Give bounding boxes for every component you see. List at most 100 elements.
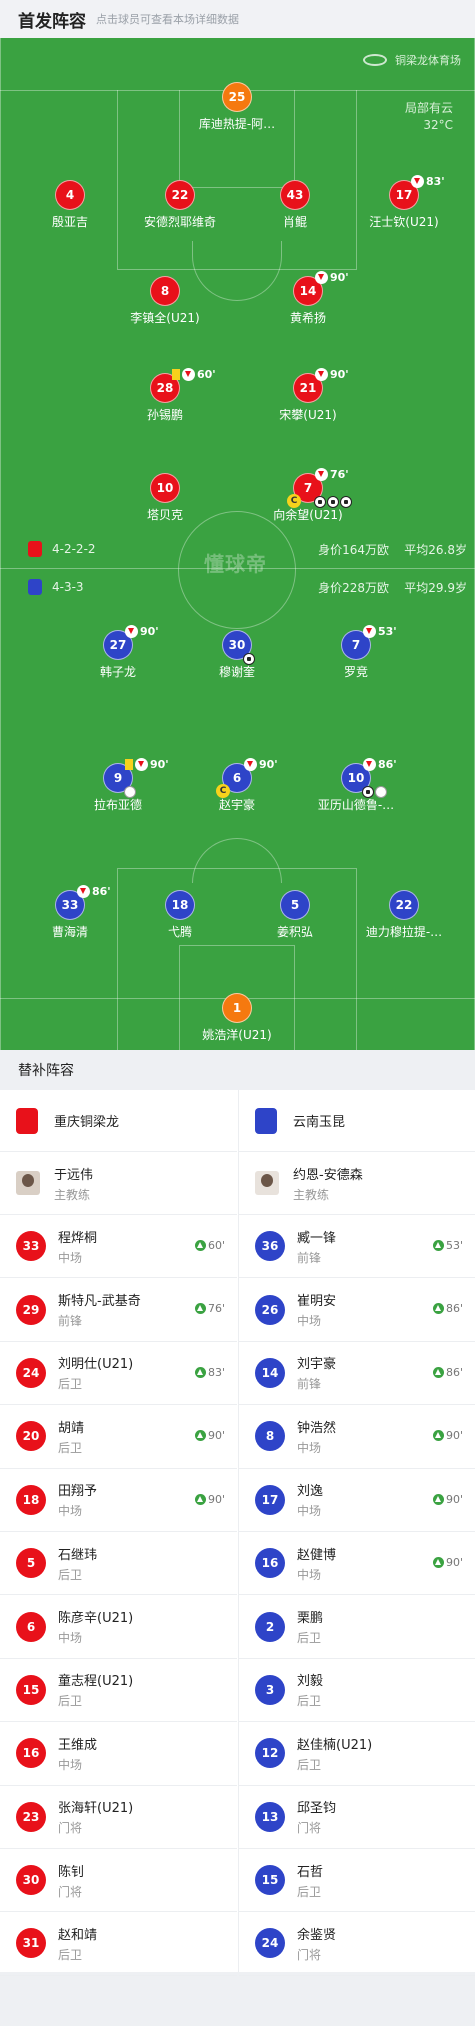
bench-player-row[interactable]: 29 斯特凡-武基奇 前锋 76' bbox=[0, 1278, 237, 1342]
player-name: 汪士钦(U21) bbox=[369, 215, 439, 229]
player-info: 石哲 后卫 bbox=[297, 1861, 323, 1900]
sub-in-icon bbox=[432, 1366, 444, 1378]
home-coach[interactable]: 于远伟 主教练 bbox=[0, 1152, 237, 1215]
pitch-player[interactable]: 33 86' 曹海清 bbox=[10, 885, 130, 940]
sub-in-icon bbox=[194, 1240, 206, 1251]
player-name: 石继玮 bbox=[58, 1547, 98, 1563]
bench-player-row[interactable]: 3 刘毅 后卫 bbox=[239, 1659, 475, 1723]
coach-name: 于远伟 bbox=[54, 1167, 94, 1183]
player-number-badge: 33 86' bbox=[55, 885, 111, 920]
pitch-player[interactable]: 22 迪力穆拉提-… bbox=[344, 890, 464, 940]
bench-player-row[interactable]: 2 栗鹏 后卫 bbox=[239, 1595, 475, 1659]
player-number-badge: 22 bbox=[389, 890, 419, 920]
bench-player-row[interactable]: 18 田翔予 中场 90' bbox=[0, 1469, 237, 1532]
away-value: 身价228万欧 bbox=[318, 581, 389, 595]
player-info: 崔明安 中场 bbox=[297, 1290, 336, 1329]
player-name: 库迪热提-阿… bbox=[198, 117, 276, 131]
bench-player-row[interactable]: 5 石继玮 后卫 bbox=[0, 1532, 237, 1596]
pitch-player[interactable]: 1 姚浩洋(U21) bbox=[177, 993, 297, 1043]
player-name: 赵和靖 bbox=[58, 1927, 98, 1943]
player-name: 邱圣钧 bbox=[297, 1801, 337, 1817]
player-number-badge: 24 bbox=[255, 1928, 285, 1959]
pitch-player[interactable]: 6 90' C 赵宇豪 bbox=[177, 758, 297, 813]
player-position: 门将 bbox=[297, 1821, 322, 1836]
pitch-player[interactable]: 5 姜积弘 bbox=[235, 890, 355, 940]
player-name: 刘宇豪 bbox=[297, 1357, 337, 1373]
bench-player-row[interactable]: 14 刘宇豪 前锋 86' bbox=[239, 1342, 475, 1406]
player-name: 田翔予 bbox=[58, 1484, 98, 1500]
sub-out-minute: 76' bbox=[330, 468, 349, 481]
bench-player-row[interactable]: 15 石哲 后卫 bbox=[239, 1849, 475, 1913]
player-number: 5 bbox=[290, 898, 300, 912]
pitch-player[interactable]: 30 穆谢奎 bbox=[177, 630, 297, 680]
pitch-player[interactable]: 18 弋腾 bbox=[120, 890, 240, 940]
bench-player-row[interactable]: 6 陈彦辛(U21) 中场 bbox=[0, 1595, 237, 1659]
pitch-player[interactable]: 7 53' 罗竞 bbox=[296, 625, 416, 680]
player-number: 10 bbox=[156, 481, 174, 495]
pitch-player[interactable]: 25 库迪热提-阿… bbox=[177, 82, 297, 132]
bench-player-row[interactable]: 16 赵健博 中场 90' bbox=[239, 1532, 475, 1596]
pitch-player[interactable]: 10 86' 亚历山德鲁-… bbox=[296, 758, 416, 813]
pitch-player[interactable]: 28 60' 孙锡鹏 bbox=[105, 368, 225, 423]
pitch-player[interactable]: 4 殷亚吉 bbox=[10, 180, 130, 230]
pitch-player[interactable]: 14 90' 黄希扬 bbox=[248, 271, 368, 326]
player-name: 程烨桐 bbox=[58, 1230, 98, 1246]
player-name: 余鉴贤 bbox=[297, 1927, 337, 1943]
pitch-player[interactable]: 9 90' 拉布亚德 bbox=[58, 758, 178, 813]
pitch-player[interactable]: 17 83' 汪士钦(U21) bbox=[344, 175, 464, 230]
sub-in-marker: 60' bbox=[194, 1239, 225, 1252]
away-team-badge-icon bbox=[28, 579, 42, 595]
bench-player-row[interactable]: 36 臧一锋 前锋 53' bbox=[239, 1215, 475, 1279]
player-position: 中场 bbox=[58, 1757, 83, 1772]
bench-player-row[interactable]: 24 刘明仕(U21) 后卫 83' bbox=[0, 1342, 237, 1406]
player-info: 石继玮 后卫 bbox=[58, 1544, 97, 1583]
bench-player-row[interactable]: 16 王维成 中场 bbox=[0, 1722, 237, 1786]
home-team-logo-icon bbox=[16, 1107, 38, 1134]
player-number-badge: 30 bbox=[16, 1865, 46, 1896]
bench-player-row[interactable]: 13 邱圣钧 门将 bbox=[239, 1786, 475, 1849]
pitch-player[interactable]: 22 安德烈耶维奇 bbox=[120, 180, 240, 230]
sub-in-marker: 53' bbox=[432, 1239, 463, 1252]
bench-player-row[interactable]: 15 童志程(U21) 后卫 bbox=[0, 1659, 237, 1723]
bench-player-row[interactable]: 12 赵佳楠(U21) 后卫 bbox=[239, 1722, 475, 1786]
pitch-player[interactable]: 43 肖鲲 bbox=[235, 180, 355, 230]
player-position: 门将 bbox=[297, 1947, 322, 1962]
player-number: 4 bbox=[65, 188, 75, 202]
pitch-player[interactable]: 7 76' C 向余望(U21) bbox=[248, 468, 368, 523]
bench-player-row[interactable]: 17 刘逸 中场 90' bbox=[239, 1469, 475, 1532]
bench-player-row[interactable]: 30 陈钊 门将 bbox=[0, 1849, 237, 1913]
goal-ball-icon bbox=[327, 496, 339, 508]
bench-player-row[interactable]: 23 张海轩(U21) 门将 bbox=[0, 1786, 237, 1849]
away-formation-row: 4-3-3 bbox=[28, 579, 84, 595]
bench-player-row[interactable]: 33 程烨桐 中场 60' bbox=[0, 1215, 237, 1279]
away-coach[interactable]: 约恩-安德森 主教练 bbox=[239, 1152, 475, 1215]
home-team-header[interactable]: 重庆铜梁龙 bbox=[0, 1090, 237, 1152]
sub-out-marker: 90' bbox=[244, 758, 278, 771]
pitch-player[interactable]: 10 塔贝克 bbox=[105, 473, 225, 523]
bench-player-row[interactable]: 20 胡靖 后卫 90' bbox=[0, 1405, 237, 1469]
player-number-badge: 24 bbox=[16, 1357, 46, 1388]
player-number: 43 bbox=[286, 188, 304, 202]
pitch-player[interactable]: 8 李镇全(U21) bbox=[105, 276, 225, 326]
away-team-name: 云南玉昆 bbox=[293, 1115, 346, 1130]
player-name: 韩子龙 bbox=[99, 665, 136, 679]
coach-avatar bbox=[16, 1171, 40, 1195]
bench-player-row[interactable]: 26 崔明安 中场 86' bbox=[239, 1278, 475, 1342]
player-info: 余鉴贤 门将 bbox=[297, 1924, 336, 1963]
player-name: 迪力穆拉提-… bbox=[365, 925, 443, 939]
player-number-badge: 10 86' bbox=[341, 758, 397, 798]
bench-player-row[interactable]: 24 余鉴贤门将 bbox=[239, 1912, 475, 1976]
pitch-player[interactable]: 21 90' 宋攀(U21) bbox=[248, 368, 368, 423]
page-title: 首发阵容 bbox=[18, 11, 86, 32]
player-number-badge: 30 bbox=[222, 630, 255, 665]
pitch-player[interactable]: 27 90' 韩子龙 bbox=[58, 625, 178, 680]
player-name: 斯特凡-武基奇 bbox=[58, 1294, 141, 1310]
goal-markers bbox=[243, 653, 255, 665]
player-name: 张海轩(U21) bbox=[58, 1801, 134, 1817]
bench-player-row[interactable]: 31 赵和靖 后卫 bbox=[0, 1912, 237, 1976]
player-name: 崔明安 bbox=[297, 1294, 337, 1310]
away-team-header[interactable]: 云南玉昆 bbox=[239, 1090, 475, 1152]
bench-player-row[interactable]: 8 钟浩然 中场 90' bbox=[239, 1405, 475, 1469]
sub-out-marker: 90' bbox=[125, 758, 169, 771]
sub-out-marker: 90' bbox=[125, 625, 159, 638]
